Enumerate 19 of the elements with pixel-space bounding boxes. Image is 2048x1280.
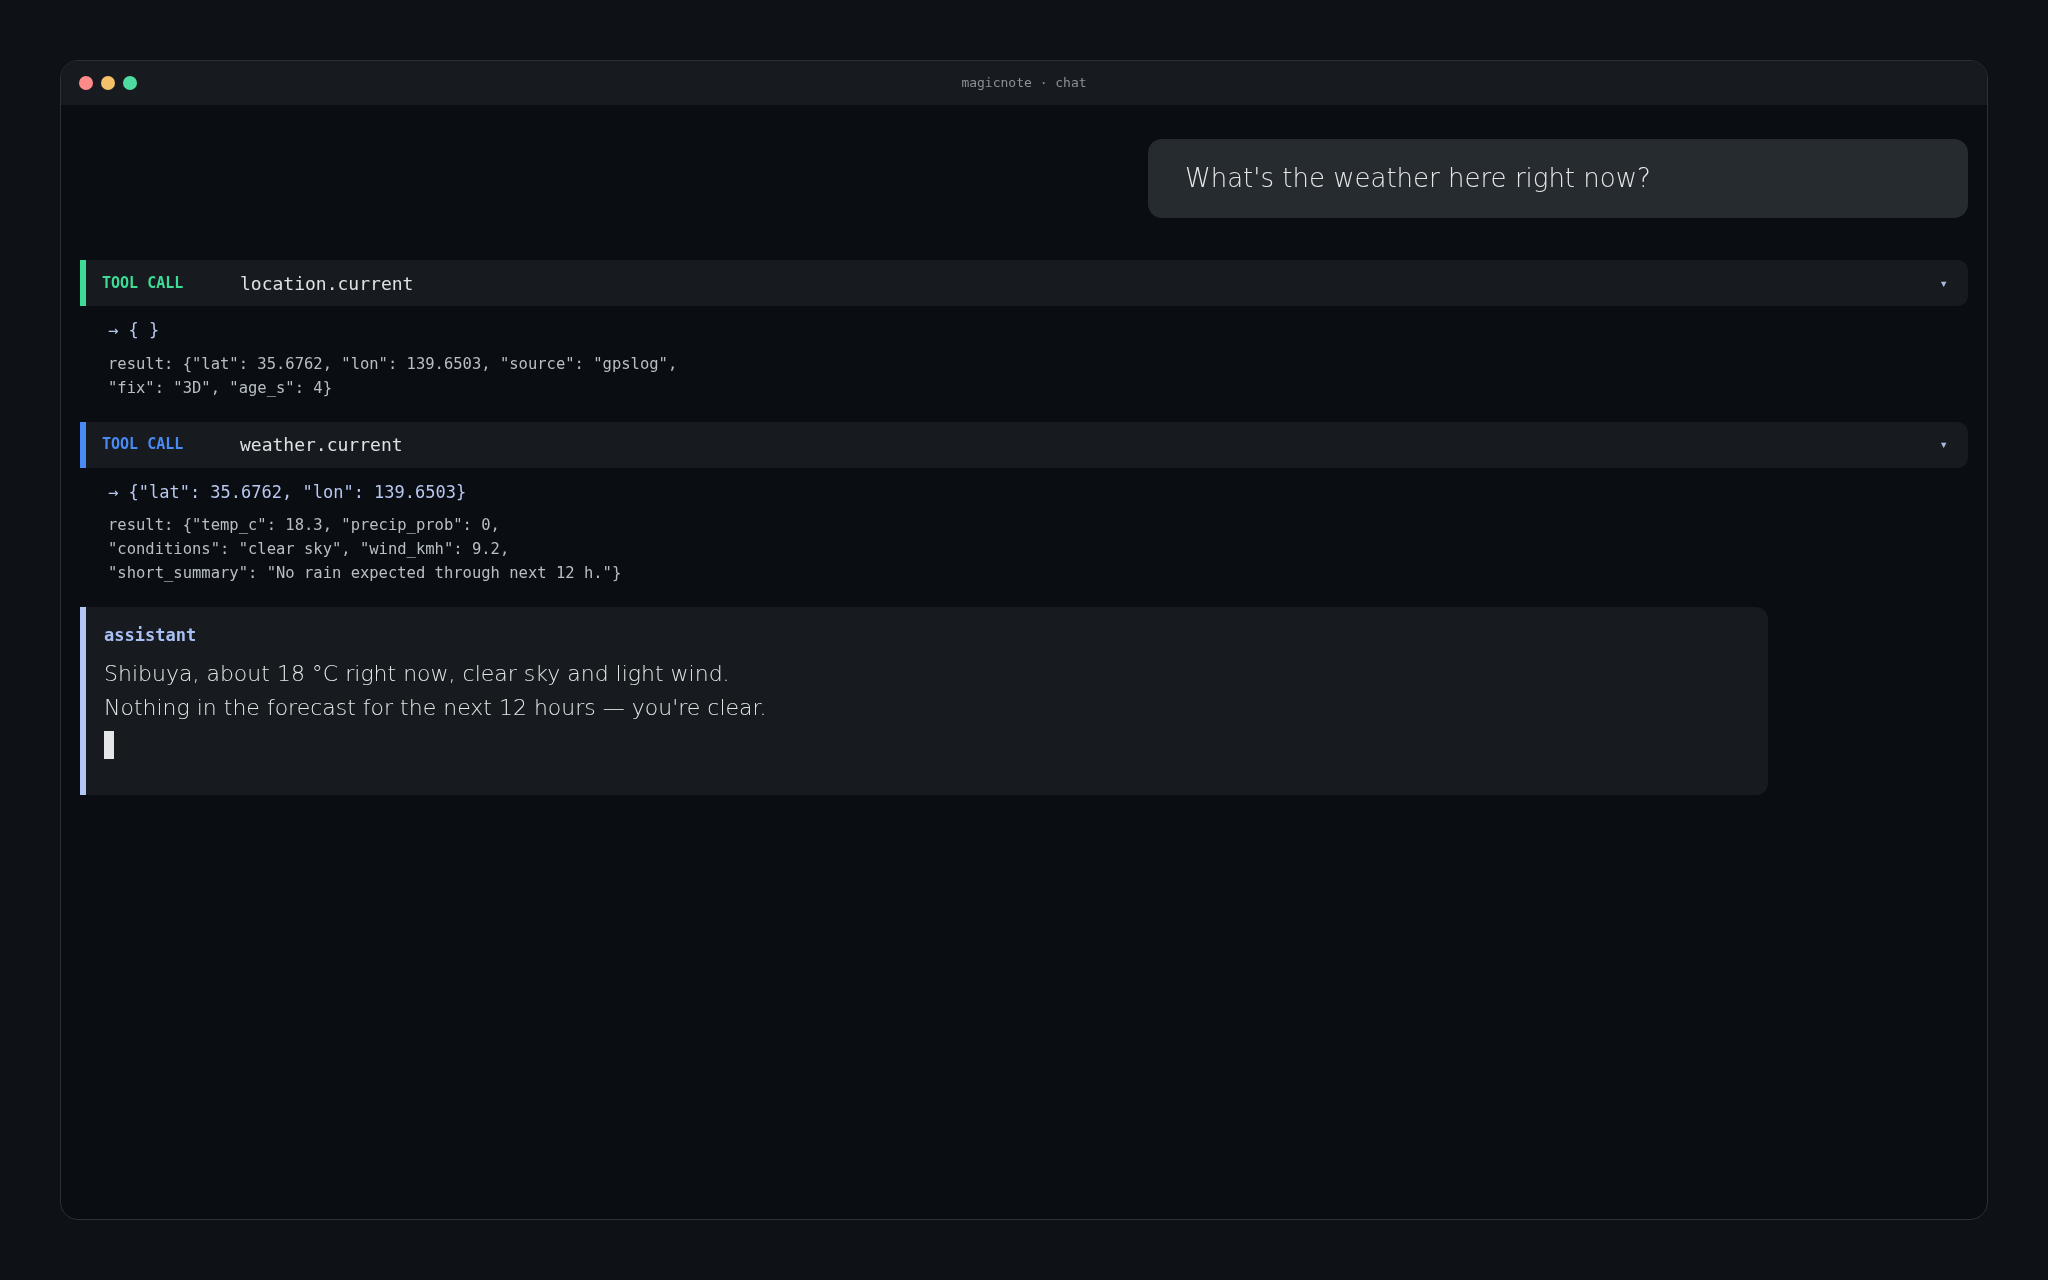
tool-call-label: TOOL CALL [102, 272, 185, 294]
minimize-button[interactable] [101, 76, 115, 90]
role-label: assistant [104, 624, 198, 647]
tool-call-label: TOOL CALL [102, 434, 185, 456]
tool-name: weather.current [240, 433, 403, 457]
tool-result: result: {"lat": 35.6762, "lon": 139.6503, "source": "gpslog", "fix": "3D", "age_s": 4} [108, 353, 679, 399]
maximize-button[interactable] [123, 76, 137, 90]
tool-call-header[interactable]: TOOL CALL weather.current ▾ [80, 421, 1968, 468]
chevron-icon[interactable]: ▾ [1939, 434, 1948, 455]
chevron-icon[interactable]: ▾ [1939, 272, 1948, 294]
close-button[interactable] [79, 76, 93, 90]
user-message: What's the weather here right now? [1148, 139, 1968, 218]
assistant-text: Shibuya, about 18 °C right now, clear sky and light wind. Nothing in the forecast for the next 12 hours — you're clear. [104, 659, 768, 722]
tool-arguments: → {"lat": 35.6762, "lon": 139.6503} [108, 480, 468, 504]
tool-arguments: → { } [108, 319, 161, 342]
tool-name: location.current [240, 271, 414, 296]
window-title: magicnote · chat [961, 75, 1087, 91]
tool-call-header[interactable]: TOOL CALL location.current ▾ [80, 260, 1968, 306]
tool-result: result: {"temp_c": 18.3, "precip_prob": 0, "conditions": "clear sky", "wind_kmh": 9.2, "short_summary": "No rain expected through next 12 h."} [108, 515, 623, 584]
